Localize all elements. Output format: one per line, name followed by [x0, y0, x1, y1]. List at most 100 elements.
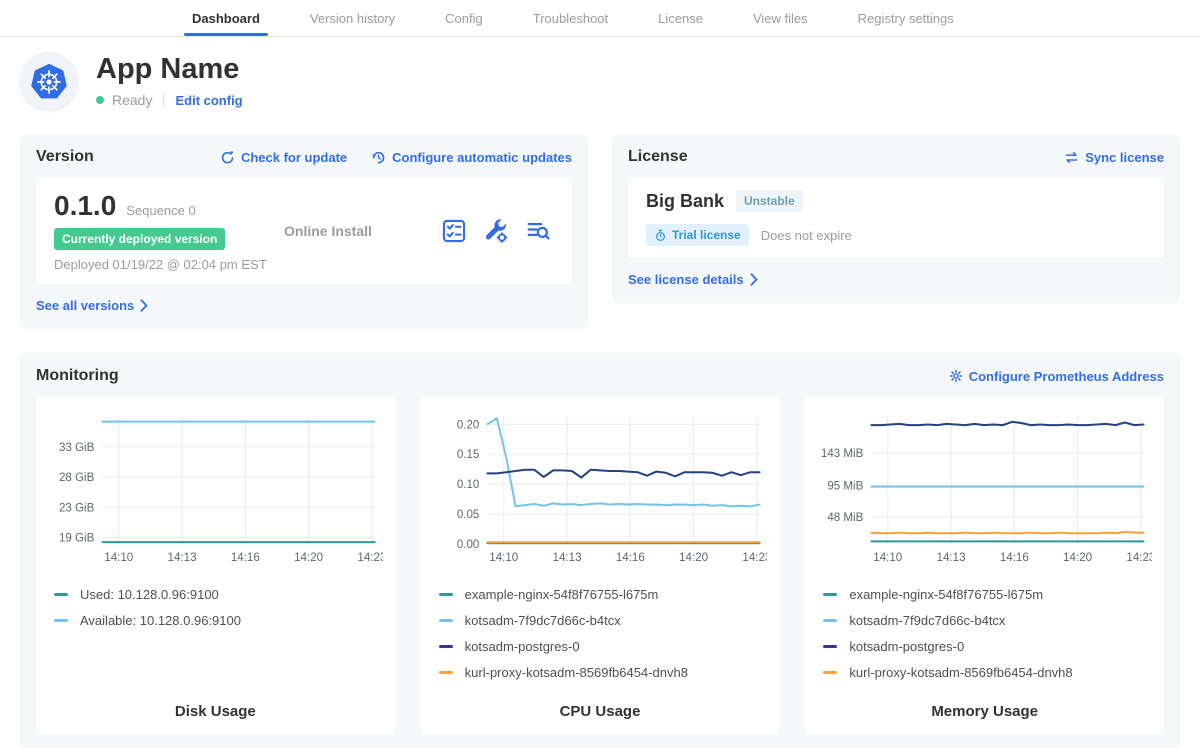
- svg-text:0.15: 0.15: [456, 449, 479, 461]
- tab-registry-settings[interactable]: Registry settings: [858, 0, 954, 36]
- legend-label: kotsadm-7f9dc7d66c-b4tcx: [465, 613, 621, 628]
- legend-item: Available: 10.128.0.96:9100: [54, 613, 383, 628]
- see-all-versions-label: See all versions: [36, 298, 134, 313]
- version-card-title: Version: [36, 148, 94, 166]
- sequence-label: Sequence 0: [126, 203, 195, 218]
- trial-license-badge: Trial license: [646, 224, 749, 246]
- legend-label: example-nginx-54f8f76755-l675m: [849, 587, 1043, 602]
- sync-icon: [1064, 150, 1079, 165]
- deploy-logs-icon[interactable]: [526, 219, 550, 243]
- svg-text:0.00: 0.00: [456, 539, 479, 551]
- legend-item: kotsadm-postgres-0: [439, 639, 768, 654]
- legend-swatch: [823, 671, 837, 674]
- legend-swatch: [439, 645, 453, 648]
- legend-swatch: [823, 593, 837, 596]
- sync-license-label: Sync license: [1085, 150, 1164, 165]
- legend-label: kotsadm-7f9dc7d66c-b4tcx: [849, 613, 1005, 628]
- app-status: Ready: [112, 92, 152, 108]
- svg-text:14:23: 14:23: [1127, 552, 1152, 564]
- configure-prometheus-link[interactable]: Configure Prometheus Address: [949, 369, 1164, 384]
- svg-text:14:13: 14:13: [937, 552, 966, 564]
- stopwatch-icon: [654, 229, 667, 242]
- divider: [163, 93, 164, 107]
- svg-text:14:23: 14:23: [357, 552, 382, 564]
- legend-item: example-nginx-54f8f76755-l675m: [439, 587, 768, 602]
- sync-license-link[interactable]: Sync license: [1064, 150, 1164, 165]
- config-wrench-icon[interactable]: [484, 219, 508, 243]
- see-license-details-label: See license details: [628, 272, 744, 287]
- tab-config[interactable]: Config: [445, 0, 483, 36]
- schedule-update-icon: [371, 150, 386, 165]
- chart-legend: example-nginx-54f8f76755-l675m kotsadm-7f…: [823, 576, 1152, 691]
- svg-text:14:10: 14:10: [874, 552, 903, 564]
- legend-item: example-nginx-54f8f76755-l675m: [823, 587, 1152, 602]
- svg-text:14:13: 14:13: [552, 552, 581, 564]
- license-card: License Sync license Big Bank Unstable T…: [612, 134, 1180, 303]
- svg-text:14:23: 14:23: [742, 552, 767, 564]
- configure-prometheus-label: Configure Prometheus Address: [969, 369, 1164, 384]
- svg-text:14:10: 14:10: [489, 552, 518, 564]
- chart-card-cpu-usage: 14:10 14:13 14:16 14:20 14:23 0.00 0.05 0.10 0.1…: [421, 397, 780, 734]
- tab-license[interactable]: License: [658, 0, 703, 36]
- expiry-text: Does not expire: [761, 228, 852, 243]
- svg-text:23 GiB: 23 GiB: [59, 502, 95, 514]
- deployed-badge: Currently deployed version: [54, 228, 225, 250]
- deployed-timestamp: Deployed 01/19/22 @ 02:04 pm EST: [54, 257, 284, 272]
- legend-swatch: [823, 645, 837, 648]
- version-card: Version Check for update Configure au: [20, 134, 588, 329]
- license-panel: Big Bank Unstable Trial license Does not…: [628, 178, 1164, 258]
- trial-license-label: Trial license: [672, 228, 741, 242]
- see-all-versions-link[interactable]: See all versions: [36, 298, 148, 313]
- chart-title: Disk Usage: [48, 691, 383, 720]
- svg-text:0.05: 0.05: [456, 509, 479, 521]
- svg-text:14:16: 14:16: [1000, 552, 1029, 564]
- svg-text:14:16: 14:16: [616, 552, 645, 564]
- chart-legend: Used: 10.128.0.96:9100 Available: 10.128.…: [54, 576, 383, 639]
- check-for-update-label: Check for update: [241, 150, 347, 165]
- svg-text:0.20: 0.20: [456, 419, 479, 431]
- refresh-icon: [220, 150, 235, 165]
- tab-dashboard[interactable]: Dashboard: [192, 0, 260, 36]
- legend-label: kurl-proxy-kotsadm-8569fb6454-dnvh8: [465, 665, 688, 680]
- cpu-usage-chart: 14:10 14:13 14:16 14:20 14:23 0.00 0.05 0.10 0.1…: [433, 409, 768, 568]
- preflight-checks-icon[interactable]: [442, 219, 466, 243]
- svg-text:14:16: 14:16: [231, 552, 260, 564]
- svg-text:14:20: 14:20: [679, 552, 708, 564]
- install-type-label: Online Install: [284, 223, 442, 239]
- legend-item: kurl-proxy-kotsadm-8569fb6454-dnvh8: [439, 665, 768, 680]
- legend-item: Used: 10.128.0.96:9100: [54, 587, 383, 602]
- tab-view-files[interactable]: View files: [753, 0, 808, 36]
- svg-text:19 GiB: 19 GiB: [59, 533, 95, 545]
- gear-icon: [949, 369, 963, 383]
- svg-text:143 MiB: 143 MiB: [821, 448, 864, 460]
- svg-text:28 GiB: 28 GiB: [59, 472, 95, 484]
- configure-automatic-updates-link[interactable]: Configure automatic updates: [371, 150, 572, 165]
- legend-label: Available: 10.128.0.96:9100: [80, 613, 241, 628]
- legend-item: kotsadm-7f9dc7d66c-b4tcx: [823, 613, 1152, 628]
- channel-badge: Unstable: [736, 190, 803, 212]
- app-icon: [20, 52, 78, 110]
- svg-text:0.10: 0.10: [456, 479, 479, 491]
- version-number: 0.1.0: [54, 190, 116, 222]
- see-license-details-link[interactable]: See license details: [628, 272, 758, 287]
- tab-version-history[interactable]: Version history: [310, 0, 395, 36]
- legend-label: example-nginx-54f8f76755-l675m: [465, 587, 659, 602]
- chart-card-memory-usage: 14:1014:1314:1614:2014:2348 MiB95 MiB143…: [805, 397, 1164, 734]
- svg-text:48 MiB: 48 MiB: [828, 512, 864, 524]
- chevron-right-icon: [140, 299, 148, 312]
- edit-config-link[interactable]: Edit config: [175, 93, 242, 108]
- kubernetes-logo-icon: [25, 57, 73, 105]
- tab-troubleshoot[interactable]: Troubleshoot: [533, 0, 608, 36]
- check-for-update-link[interactable]: Check for update: [220, 150, 347, 165]
- legend-swatch: [823, 619, 837, 622]
- legend-item: kotsadm-7f9dc7d66c-b4tcx: [439, 613, 768, 628]
- license-card-title: License: [628, 148, 688, 166]
- top-nav: Dashboard Version history Config Trouble…: [0, 0, 1200, 37]
- chevron-right-icon: [750, 273, 758, 286]
- svg-text:33 GiB: 33 GiB: [59, 442, 95, 454]
- disk-usage-chart: 14:1014:1314:1614:2014:2319 GiB23 GiB28 …: [48, 409, 383, 568]
- chart-title: Memory Usage: [817, 691, 1152, 720]
- chart-legend: example-nginx-54f8f76755-l675m kotsadm-7f…: [439, 576, 768, 691]
- legend-item: kurl-proxy-kotsadm-8569fb6454-dnvh8: [823, 665, 1152, 680]
- monitoring-card: Monitoring Configure Prometheus Address …: [20, 353, 1180, 748]
